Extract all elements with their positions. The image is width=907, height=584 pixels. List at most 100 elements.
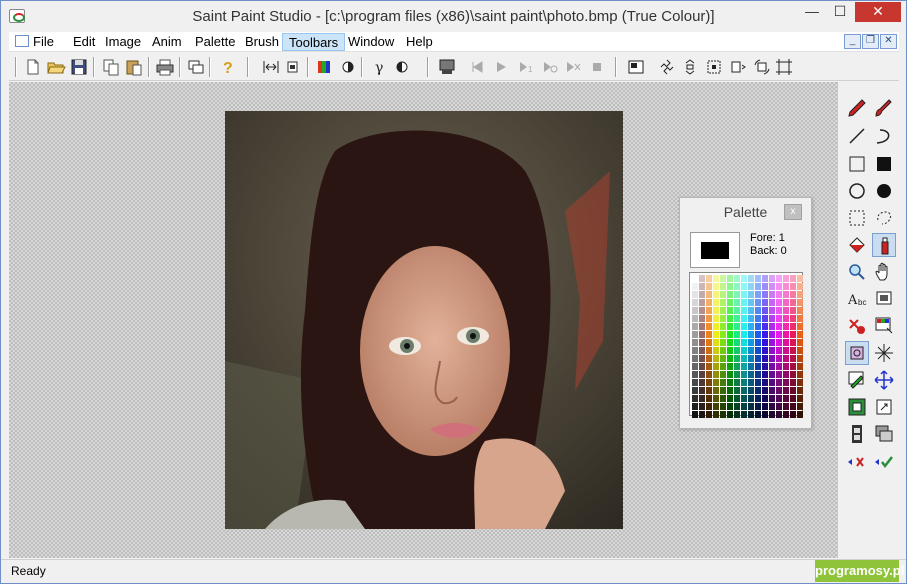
palette-color-cell[interactable] — [762, 363, 768, 370]
palette-color-cell[interactable] — [741, 339, 747, 346]
palette-color-cell[interactable] — [776, 411, 782, 418]
palette-color-cell[interactable] — [748, 315, 754, 322]
palette-color-cell[interactable] — [734, 387, 740, 394]
palette-color-cell[interactable] — [762, 323, 768, 330]
palette-color-cell[interactable] — [720, 315, 726, 322]
palette-color-cell[interactable] — [748, 291, 754, 298]
palette-color-cell[interactable] — [706, 411, 712, 418]
palette-color-cell[interactable] — [741, 347, 747, 354]
menu-window[interactable]: Window — [342, 33, 400, 51]
lasso-select-icon[interactable] — [872, 206, 896, 230]
apply-icon[interactable] — [872, 450, 896, 474]
palette-color-cell[interactable] — [797, 363, 803, 370]
palette-color-cell[interactable] — [741, 411, 747, 418]
palette-color-cell[interactable] — [755, 299, 761, 306]
palette-color-cell[interactable] — [727, 387, 733, 394]
palette-color-cell[interactable] — [741, 363, 747, 370]
brightness-icon[interactable] — [338, 57, 358, 77]
palette-color-cell[interactable] — [692, 315, 698, 322]
palette-color-cell[interactable] — [776, 395, 782, 402]
minimize-button[interactable]: — — [798, 2, 826, 22]
open-icon[interactable] — [46, 57, 66, 77]
film-icon[interactable] — [845, 422, 869, 446]
palette-color-cell[interactable] — [783, 347, 789, 354]
palette-color-cell[interactable] — [748, 411, 754, 418]
palette-color-cell[interactable] — [734, 299, 740, 306]
palette-color-cell[interactable] — [713, 363, 719, 370]
palette-color-cell[interactable] — [783, 275, 789, 282]
text-icon[interactable]: Abc — [845, 287, 869, 311]
palette-color-cell[interactable] — [769, 379, 775, 386]
palette-color-cell[interactable] — [776, 283, 782, 290]
palette-color-cell[interactable] — [797, 275, 803, 282]
palette-color-cell[interactable] — [762, 379, 768, 386]
brush-icon[interactable] — [872, 96, 896, 120]
palette-color-cell[interactable] — [706, 379, 712, 386]
palette-color-cell[interactable] — [699, 283, 705, 290]
palette-color-cell[interactable] — [706, 299, 712, 306]
palette-color-cell[interactable] — [783, 315, 789, 322]
menu-edit[interactable]: Edit — [67, 33, 101, 51]
palette-color-cell[interactable] — [755, 395, 761, 402]
palette-color-cell[interactable] — [790, 387, 796, 394]
rotate-left-icon[interactable] — [657, 57, 677, 77]
palette-color-cell[interactable] — [769, 403, 775, 410]
palette-color-cell[interactable] — [790, 363, 796, 370]
palette-color-cell[interactable] — [783, 371, 789, 378]
palette-color-cell[interactable] — [734, 275, 740, 282]
palette-color-cell[interactable] — [748, 283, 754, 290]
menu-anim[interactable]: Anim — [146, 33, 188, 51]
cancel-icon[interactable] — [845, 450, 869, 474]
palette-color-cell[interactable] — [783, 395, 789, 402]
palette-color-cell[interactable] — [692, 395, 698, 402]
stop-icon[interactable] — [587, 57, 607, 77]
palette-color-cell[interactable] — [797, 339, 803, 346]
palette-color-cell[interactable] — [797, 379, 803, 386]
palette-color-cell[interactable] — [790, 291, 796, 298]
palette-color-cell[interactable] — [692, 331, 698, 338]
palette-color-cell[interactable] — [748, 387, 754, 394]
palette-color-cell[interactable] — [797, 355, 803, 362]
palette-color-cell[interactable] — [699, 411, 705, 418]
palette-color-cell[interactable] — [720, 347, 726, 354]
palette-color-cell[interactable] — [748, 395, 754, 402]
animation-icon[interactable] — [437, 57, 457, 77]
save-icon[interactable] — [69, 57, 89, 77]
palette-color-cell[interactable] — [692, 387, 698, 394]
palette-color-cell[interactable] — [692, 291, 698, 298]
frame-icon[interactable] — [845, 395, 869, 419]
palette-color-cell[interactable] — [776, 323, 782, 330]
palette-color-cell[interactable] — [790, 403, 796, 410]
palette-color-cell[interactable] — [790, 315, 796, 322]
color-balance-icon[interactable] — [314, 57, 334, 77]
resize-icon[interactable] — [261, 57, 281, 77]
palette-color-cell[interactable] — [790, 339, 796, 346]
palette-color-cell[interactable] — [720, 307, 726, 314]
palette-color-cell[interactable] — [699, 323, 705, 330]
palette-color-cell[interactable] — [699, 347, 705, 354]
palette-color-cell[interactable] — [713, 299, 719, 306]
palette-color-cell[interactable] — [699, 307, 705, 314]
palette-color-cell[interactable] — [734, 379, 740, 386]
palette-color-cell[interactable] — [776, 403, 782, 410]
palette-color-cell[interactable] — [769, 347, 775, 354]
palette-color-cell[interactable] — [790, 355, 796, 362]
palette-color-cell[interactable] — [790, 299, 796, 306]
palette-color-cell[interactable] — [748, 339, 754, 346]
palette-color-cell[interactable] — [692, 307, 698, 314]
palette-color-cell[interactable] — [783, 291, 789, 298]
palette-color-cell[interactable] — [755, 387, 761, 394]
mdi-minimize-button[interactable]: _ — [844, 34, 861, 49]
palette-color-cell[interactable] — [748, 355, 754, 362]
palette-color-cell[interactable] — [720, 363, 726, 370]
line-icon[interactable] — [845, 124, 869, 148]
palette-color-cell[interactable] — [776, 339, 782, 346]
palette-color-cell[interactable] — [699, 371, 705, 378]
palette-color-cell[interactable] — [734, 347, 740, 354]
palette-color-cell[interactable] — [720, 395, 726, 402]
palette-color-cell[interactable] — [713, 283, 719, 290]
shuffle-icon[interactable] — [563, 57, 583, 77]
palette-color-cell[interactable] — [755, 307, 761, 314]
palette-color-cell[interactable] — [706, 275, 712, 282]
maximize-button[interactable]: ☐ — [826, 2, 854, 22]
